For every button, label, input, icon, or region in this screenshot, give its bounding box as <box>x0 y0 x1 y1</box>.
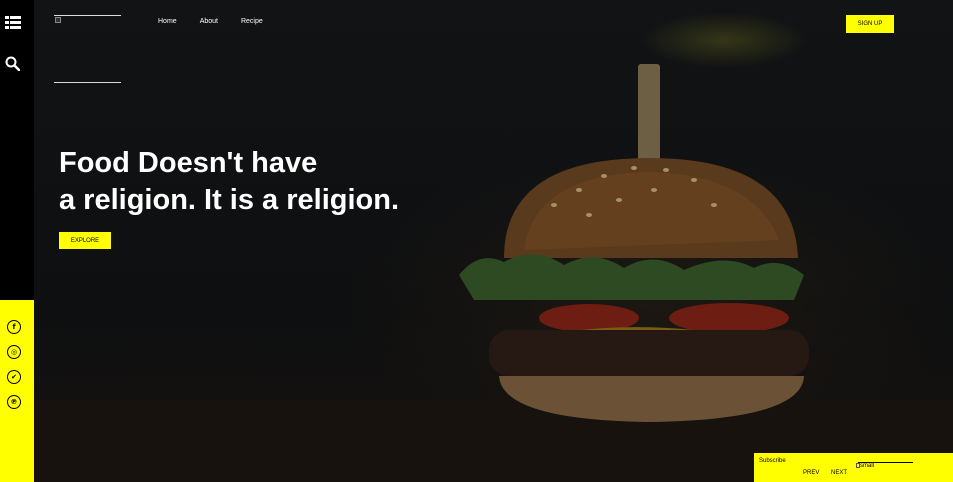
next-button[interactable]: NEXT <box>831 470 847 476</box>
facebook-icon[interactable]: f <box>7 320 21 334</box>
sidebar: f ◎ ✔ ℗ <box>0 0 34 482</box>
twitter-icon[interactable]: ✔ <box>7 370 21 384</box>
instagram-icon[interactable]: ◎ <box>7 345 21 359</box>
explore-button[interactable]: EXPLORE <box>59 232 111 249</box>
prev-button[interactable]: PREV <box>803 470 819 476</box>
burger-image <box>34 64 953 482</box>
nav-about[interactable]: About <box>200 18 218 25</box>
search-icon[interactable] <box>5 56 21 72</box>
pinterest-icon[interactable]: ℗ <box>7 395 21 409</box>
social-panel: f ◎ ✔ ℗ <box>0 300 34 482</box>
nav-home[interactable]: Home <box>158 18 177 25</box>
headline-line-1: Food Doesn't have <box>59 147 318 179</box>
logo[interactable] <box>54 15 121 83</box>
hero-background <box>34 0 953 482</box>
subscribe-panel: Subscribe PREV NEXT small <box>754 453 953 482</box>
headline-line-2: a religion. It is a religion. <box>59 184 400 216</box>
broken-image-icon <box>55 17 61 23</box>
menu-icon[interactable] <box>5 16 21 30</box>
nav-recipe[interactable]: Recipe <box>241 18 263 25</box>
signup-button[interactable]: SIGN UP <box>846 15 894 33</box>
small-image: small <box>856 462 913 474</box>
hero-headline: Food Doesn't have a religion. It is a re… <box>59 145 479 219</box>
subscribe-label[interactable]: Subscribe <box>759 458 786 464</box>
small-image-alt: small <box>860 463 875 469</box>
main-nav: Home About Recipe <box>158 18 286 25</box>
